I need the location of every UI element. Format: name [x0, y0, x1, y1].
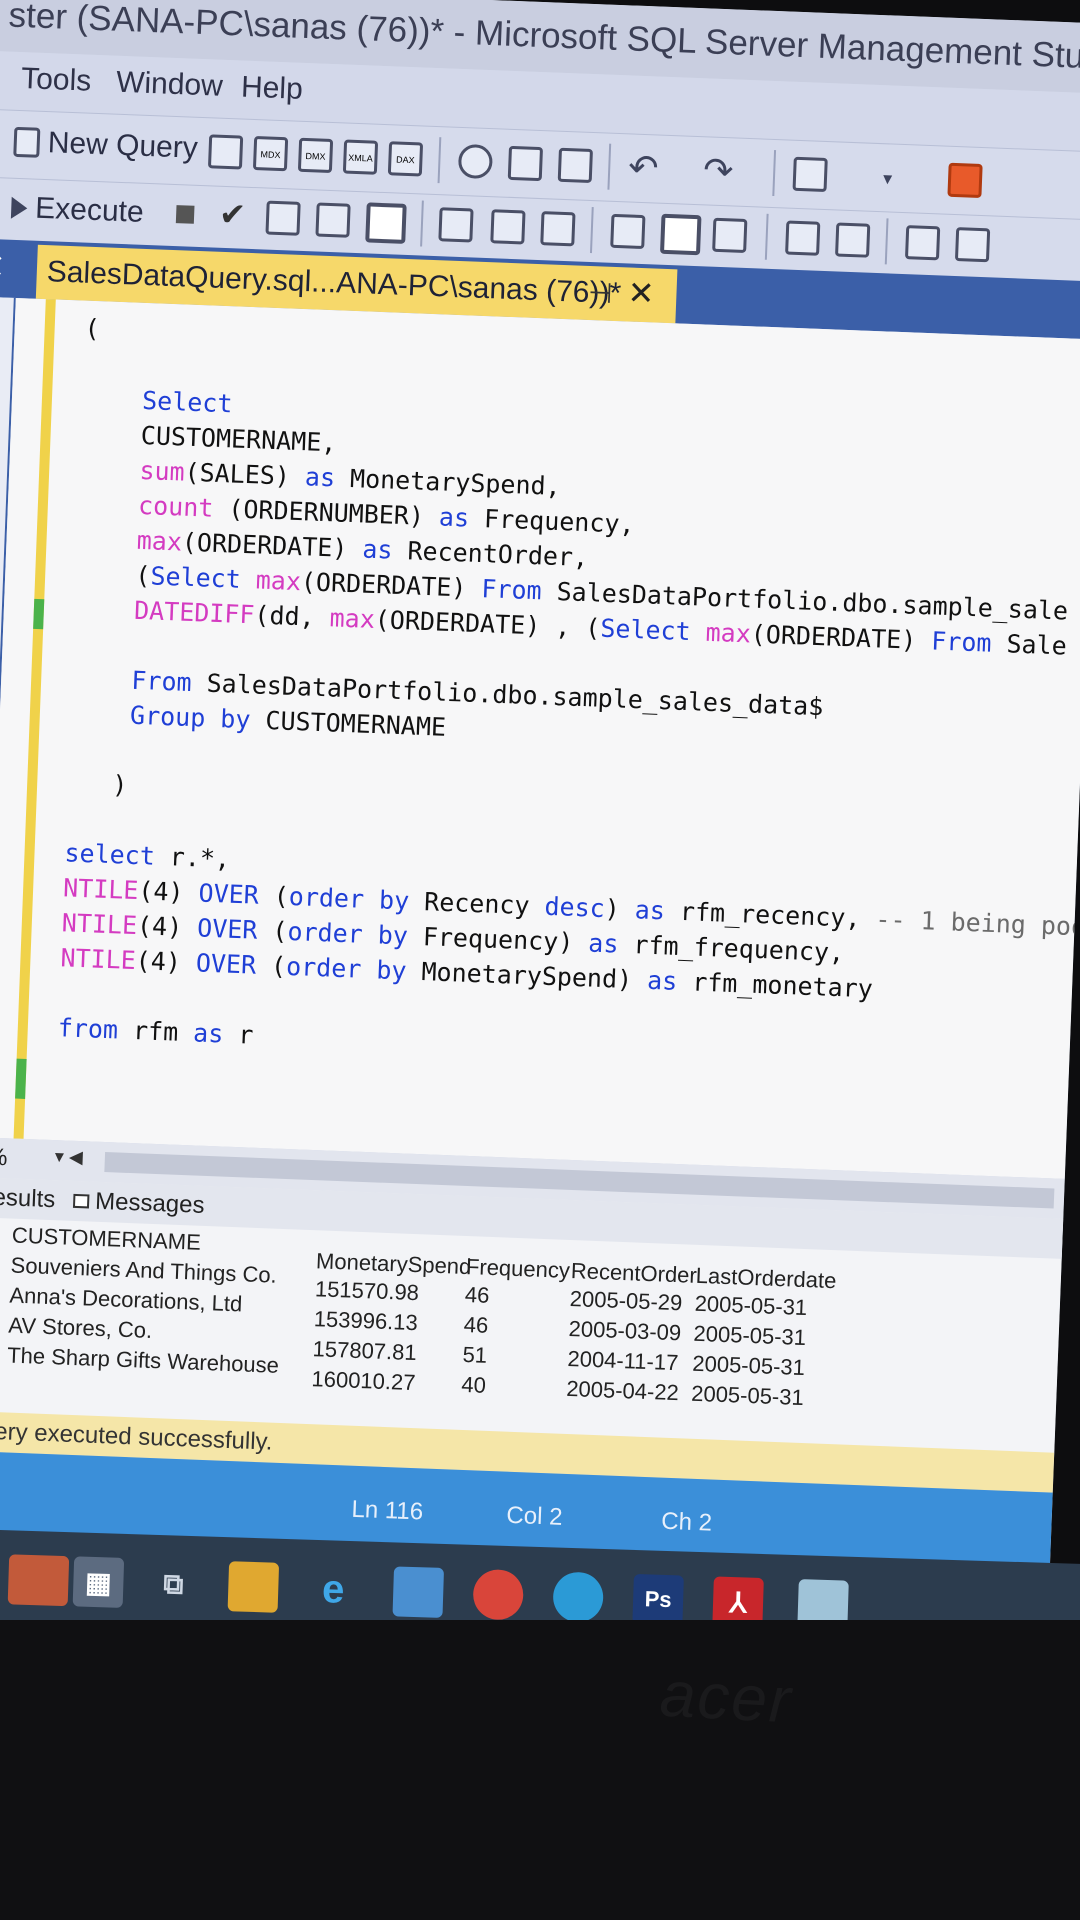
menu-window[interactable]: Window [116, 66, 224, 104]
new-query-button[interactable]: New Query [13, 125, 198, 166]
xmla-query-icon[interactable]: XMLA [342, 139, 379, 175]
code-area[interactable]: ( Select CUSTOMERNAME, sum(SALES) as Mon… [57, 311, 1080, 1085]
line-indicator: Ln 116 [351, 1495, 424, 1526]
toolbar-separator [589, 207, 594, 254]
redo-icon[interactable]: ↷ [702, 149, 734, 192]
dax-query-icon[interactable]: DAX [387, 141, 424, 177]
tab-close-icon[interactable]: ✕ [627, 273, 655, 312]
stop-icon[interactable] [175, 205, 195, 224]
dropdown-arrow-icon[interactable]: ▾ [883, 168, 893, 189]
messages-icon [72, 1193, 90, 1209]
results-pane: Results Messages CUSTOMERNAME MonetarySp… [0, 1175, 1064, 1459]
laptop-bezel [0, 1620, 1080, 1920]
undo-icon[interactable]: ↶ [627, 146, 660, 189]
menu-tools[interactable]: Tools [21, 62, 92, 99]
column-indicator: Col 2 [505, 1501, 563, 1531]
toolbar-separator [437, 137, 442, 184]
status-message: Query executed successfully. [0, 1416, 273, 1456]
file-explorer-icon[interactable] [227, 1561, 280, 1613]
copy-icon[interactable] [507, 145, 544, 182]
display-plan-icon[interactable] [265, 200, 301, 236]
pin-icon[interactable]: ⊣ [587, 276, 613, 310]
navigate-backward-icon[interactable] [792, 156, 828, 193]
chrome-icon[interactable] [472, 1568, 524, 1621]
uncomment-icon[interactable] [835, 222, 871, 258]
search-icon[interactable] [947, 162, 983, 198]
toolbar-separator [764, 213, 769, 260]
change-tracking-margin [13, 299, 56, 1139]
increase-indent-icon[interactable] [954, 227, 991, 263]
toolbar-separator [420, 200, 424, 247]
cell-monetaryspend[interactable]: 160010.27 [311, 1366, 416, 1396]
calculator-icon[interactable]: ▦ [72, 1556, 125, 1608]
cell-lastorderdate[interactable]: 2005-05-31 [691, 1381, 804, 1411]
zoom-dropdown-icon[interactable]: ▾ ◀ [54, 1146, 84, 1168]
close-panel-icon[interactable]: ✕ [0, 246, 6, 287]
results-to-file-icon[interactable] [712, 217, 748, 253]
client-stats-icon[interactable] [540, 211, 576, 247]
include-plan-icon[interactable] [438, 207, 474, 243]
wallet-app-icon[interactable] [7, 1554, 70, 1607]
char-indicator: Ch 2 [660, 1507, 713, 1537]
menu-help[interactable]: Help [240, 70, 303, 106]
edge-icon[interactable] [552, 1571, 604, 1623]
toolbar-separator [772, 149, 777, 197]
results-grid-icon[interactable] [660, 213, 702, 256]
database-engine-query-icon[interactable] [207, 134, 244, 170]
comment-out-icon[interactable] [785, 220, 821, 256]
toolbar-separator [607, 143, 612, 190]
execute-button[interactable]: Execute [10, 191, 145, 230]
ssms-window: ster (SANA-PC\sanas (76))* - Microsoft S… [0, 0, 1080, 1633]
mdx-query-icon[interactable]: MDX [252, 136, 289, 172]
dmx-query-icon[interactable]: DMX [297, 137, 334, 174]
live-stats-icon[interactable] [490, 209, 526, 245]
cell-customername[interactable]: AV Stores, Co. [8, 1312, 153, 1344]
cell-frequency[interactable]: 40 [461, 1372, 486, 1399]
results-to-text-icon[interactable] [610, 213, 646, 250]
zoom-level[interactable]: 90 % [0, 1142, 8, 1172]
task-view-icon[interactable]: ⧉ [148, 1559, 200, 1611]
tab-results[interactable]: Results [0, 1182, 56, 1214]
photoshop-icon[interactable]: Ps [632, 1573, 684, 1626]
query-editor[interactable]: ( Select CUSTOMERNAME, sum(SALES) as Mon… [0, 297, 1080, 1179]
cell-recentorder[interactable]: 2005-04-22 [566, 1376, 679, 1406]
laptop-logo: acer [658, 1657, 795, 1737]
saved-change-marker [15, 1058, 27, 1099]
tab-messages[interactable]: Messages [72, 1187, 206, 1220]
tab-messages-label: Messages [94, 1187, 206, 1219]
toolbar-separator [884, 218, 889, 265]
cut-icon[interactable] [457, 143, 494, 180]
decrease-indent-icon[interactable] [904, 225, 941, 261]
new-query-label: New Query [47, 126, 199, 165]
parse-check-icon[interactable]: ✔ [218, 195, 247, 234]
query-options-icon[interactable] [315, 202, 351, 238]
execute-label: Execute [34, 191, 145, 229]
photos-icon[interactable] [392, 1566, 445, 1618]
new-query-icon [13, 126, 41, 158]
tab-results-label: Results [0, 1183, 56, 1214]
results-to-grid-icon[interactable] [365, 202, 407, 244]
saved-change-marker [33, 598, 45, 630]
internet-explorer-icon[interactable]: e [308, 1564, 360, 1616]
execute-icon [10, 196, 28, 220]
paste-icon[interactable] [557, 147, 593, 184]
